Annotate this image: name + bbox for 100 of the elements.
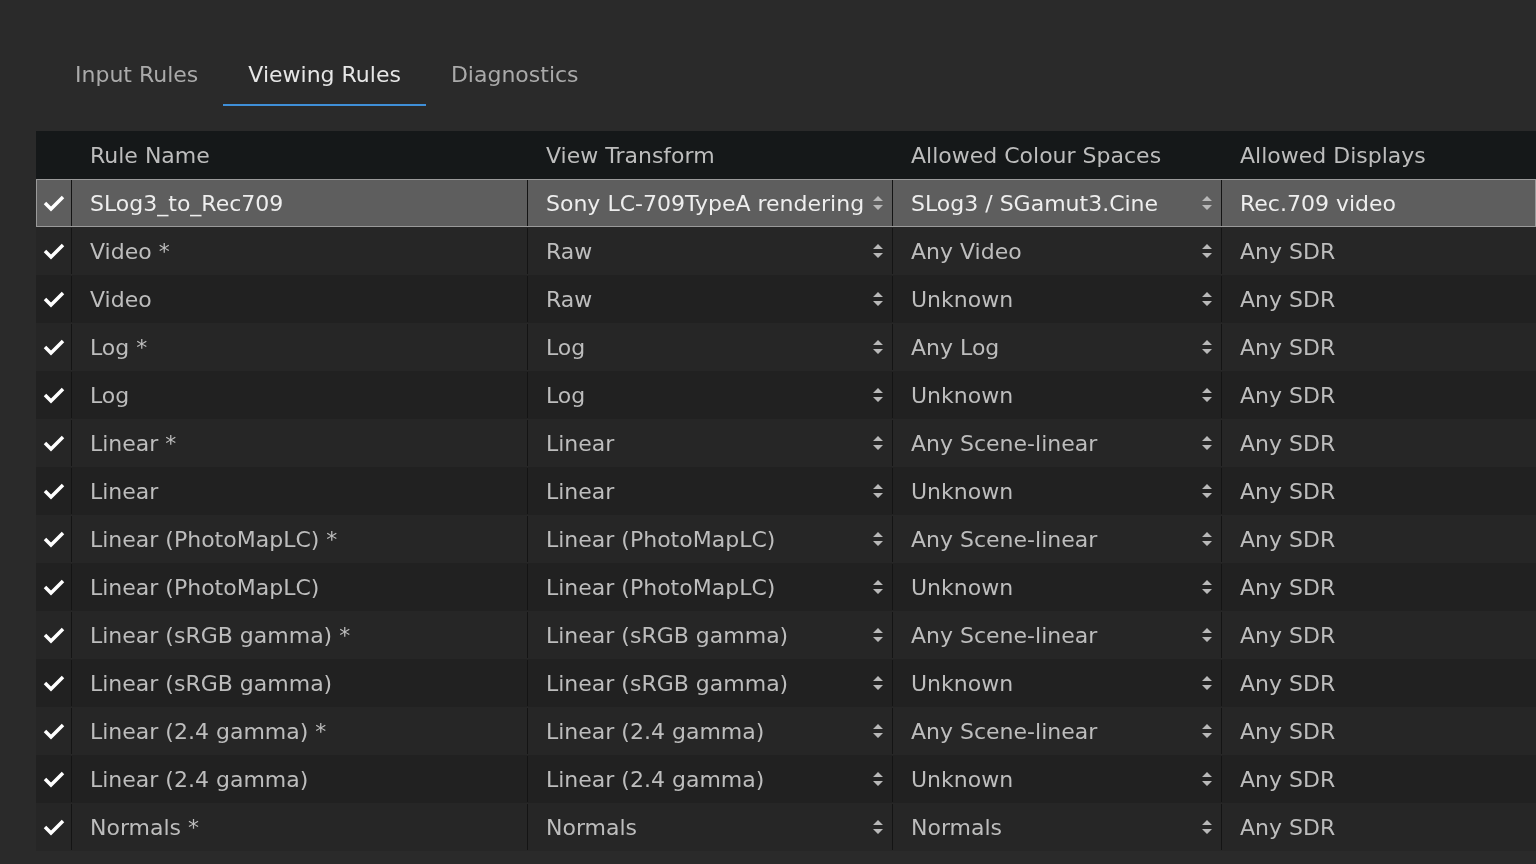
spinner-icon[interactable] bbox=[872, 722, 884, 740]
table-row[interactable]: Linear (sRGB gamma) * Linear (sRGB gamma) Any Scene-linear Any SDR bbox=[36, 611, 1536, 659]
dropdown-value[interactable]: Unknown bbox=[911, 766, 1014, 792]
table-cell: SLog3_to_Rec709 bbox=[90, 190, 284, 216]
dropdown-value[interactable]: Linear (PhotoMapLC) bbox=[546, 526, 776, 552]
spinner-icon[interactable] bbox=[872, 818, 884, 836]
tab[interactable]: Diagnostics bbox=[425, 58, 604, 106]
spinner-icon[interactable] bbox=[1201, 386, 1213, 404]
table-row[interactable]: SLog3_to_Rec709 Sony LC-709TypeA rendering SLog3 / SGamut3.Cine Rec.709 video bbox=[36, 179, 1536, 227]
tab[interactable]: Input Rules bbox=[50, 58, 224, 106]
dropdown-value[interactable]: Any Scene-linear bbox=[911, 718, 1098, 744]
table-cell: Any SDR bbox=[1240, 766, 1336, 792]
tab[interactable]: Viewing Rules bbox=[223, 58, 426, 106]
spinner-icon[interactable] bbox=[1201, 290, 1213, 308]
spinner-icon[interactable] bbox=[872, 530, 884, 548]
dropdown-value[interactable]: Linear bbox=[546, 430, 615, 456]
spinner-icon[interactable] bbox=[872, 770, 884, 788]
column-header: Allowed Colour Spaces bbox=[910, 142, 1163, 168]
spinner-icon[interactable] bbox=[1201, 338, 1213, 356]
dropdown-value[interactable]: Linear (2.4 gamma) bbox=[546, 766, 765, 792]
table-row[interactable]: Linear (sRGB gamma) Linear (sRGB gamma) Unknown Any SDR bbox=[36, 659, 1536, 707]
dropdown-value[interactable]: Unknown bbox=[911, 382, 1014, 408]
spinner-icon[interactable] bbox=[872, 482, 884, 500]
dropdown-value[interactable]: Any Video bbox=[911, 238, 1022, 264]
spinner-icon[interactable] bbox=[1201, 722, 1213, 740]
checkmark-icon[interactable] bbox=[42, 482, 65, 500]
spinner-icon[interactable] bbox=[872, 626, 884, 644]
dropdown-value[interactable]: Log bbox=[546, 382, 586, 408]
dropdown-value[interactable]: Linear (PhotoMapLC) bbox=[546, 574, 776, 600]
checkmark-icon[interactable] bbox=[42, 818, 65, 836]
checkmark-icon[interactable] bbox=[42, 242, 65, 260]
checkmark-icon[interactable] bbox=[42, 578, 65, 596]
column-header: Allowed Displays bbox=[1239, 142, 1427, 168]
dropdown-value[interactable]: Unknown bbox=[911, 478, 1014, 504]
dropdown-value[interactable]: Linear (sRGB gamma) bbox=[546, 622, 789, 648]
spinner-icon[interactable] bbox=[1201, 818, 1213, 836]
table-row[interactable]: Normals * Normals Normals Any SDR bbox=[36, 803, 1536, 851]
checkmark-icon[interactable] bbox=[42, 338, 65, 356]
checkmark-icon[interactable] bbox=[42, 722, 65, 740]
table-cell: Linear bbox=[90, 478, 159, 504]
spinner-icon[interactable] bbox=[1201, 242, 1213, 260]
table-row[interactable]: Linear * Linear Any Scene-linear Any SDR bbox=[36, 419, 1536, 467]
spinner-icon[interactable] bbox=[872, 386, 884, 404]
dropdown-value[interactable]: Raw bbox=[546, 286, 593, 312]
dropdown-value[interactable]: Linear bbox=[546, 478, 615, 504]
table-row[interactable]: Linear (PhotoMapLC) Linear (PhotoMapLC) Unknown Any SDR bbox=[36, 563, 1536, 611]
table-cell: Any SDR bbox=[1240, 814, 1336, 840]
table-cell: Video * bbox=[90, 238, 170, 264]
spinner-icon[interactable] bbox=[1201, 578, 1213, 596]
spinner-icon[interactable] bbox=[872, 674, 884, 692]
checkmark-icon[interactable] bbox=[42, 770, 65, 788]
table-cell: Any SDR bbox=[1240, 238, 1336, 264]
dropdown-value[interactable]: Normals bbox=[911, 814, 1003, 840]
table-cell: Linear * bbox=[90, 430, 177, 456]
dropdown-value[interactable]: Log bbox=[546, 334, 586, 360]
checkmark-icon[interactable] bbox=[42, 386, 65, 404]
dropdown-value[interactable]: Sony LC-709TypeA rendering bbox=[546, 190, 865, 216]
table-row[interactable]: Video * Raw Any Video Any SDR bbox=[36, 227, 1536, 275]
spinner-icon[interactable] bbox=[1201, 482, 1213, 500]
spinner-icon[interactable] bbox=[1201, 530, 1213, 548]
dropdown-value[interactable]: Any Scene-linear bbox=[911, 526, 1098, 552]
dropdown-value[interactable]: SLog3 / SGamut3.Cine bbox=[911, 190, 1159, 216]
table-row[interactable]: Linear (2.4 gamma) Linear (2.4 gamma) Unknown Any SDR bbox=[36, 755, 1536, 803]
table-cell: Linear (sRGB gamma) bbox=[90, 670, 333, 696]
column-header: Rule Name bbox=[89, 142, 211, 168]
table-cell: Any SDR bbox=[1240, 478, 1336, 504]
dropdown-value[interactable]: Unknown bbox=[911, 286, 1014, 312]
checkmark-icon[interactable] bbox=[42, 674, 65, 692]
table-cell: Any SDR bbox=[1240, 286, 1336, 312]
table-row[interactable]: Log Log Unknown Any SDR bbox=[36, 371, 1536, 419]
spinner-icon[interactable] bbox=[872, 338, 884, 356]
table-row[interactable]: Linear (2.4 gamma) * Linear (2.4 gamma) Any Scene-linear Any SDR bbox=[36, 707, 1536, 755]
spinner-icon[interactable] bbox=[1201, 434, 1213, 452]
dropdown-value[interactable]: Any Scene-linear bbox=[911, 622, 1098, 648]
spinner-icon[interactable] bbox=[1201, 626, 1213, 644]
dropdown-value[interactable]: Linear (sRGB gamma) bbox=[546, 670, 789, 696]
checkmark-icon[interactable] bbox=[42, 434, 65, 452]
table-cell: Any SDR bbox=[1240, 334, 1336, 360]
table-row[interactable]: Linear (PhotoMapLC) * Linear (PhotoMapLC) Any Scene-linear Any SDR bbox=[36, 515, 1536, 563]
dropdown-value[interactable]: Linear (2.4 gamma) bbox=[546, 718, 765, 744]
checkmark-icon[interactable] bbox=[42, 626, 65, 644]
dropdown-value[interactable]: Any Scene-linear bbox=[911, 430, 1098, 456]
spinner-icon[interactable] bbox=[1201, 674, 1213, 692]
table-row[interactable]: Linear Linear Unknown Any SDR bbox=[36, 467, 1536, 515]
column-header: View Transform bbox=[545, 142, 716, 168]
dropdown-value[interactable]: Unknown bbox=[911, 574, 1014, 600]
table-row[interactable]: Video Raw Unknown Any SDR bbox=[36, 275, 1536, 323]
dropdown-value[interactable]: Normals bbox=[546, 814, 638, 840]
spinner-icon[interactable] bbox=[872, 578, 884, 596]
checkmark-icon[interactable] bbox=[42, 530, 65, 548]
checkmark-icon[interactable] bbox=[42, 194, 65, 212]
spinner-icon[interactable] bbox=[872, 290, 884, 308]
table-row[interactable]: Log * Log Any Log Any SDR bbox=[36, 323, 1536, 371]
dropdown-value[interactable]: Any Log bbox=[911, 334, 1000, 360]
spinner-icon[interactable] bbox=[872, 242, 884, 260]
dropdown-value[interactable]: Unknown bbox=[911, 670, 1014, 696]
spinner-icon[interactable] bbox=[872, 434, 884, 452]
spinner-icon[interactable] bbox=[1201, 770, 1213, 788]
checkmark-icon[interactable] bbox=[42, 290, 65, 308]
dropdown-value[interactable]: Raw bbox=[546, 238, 593, 264]
